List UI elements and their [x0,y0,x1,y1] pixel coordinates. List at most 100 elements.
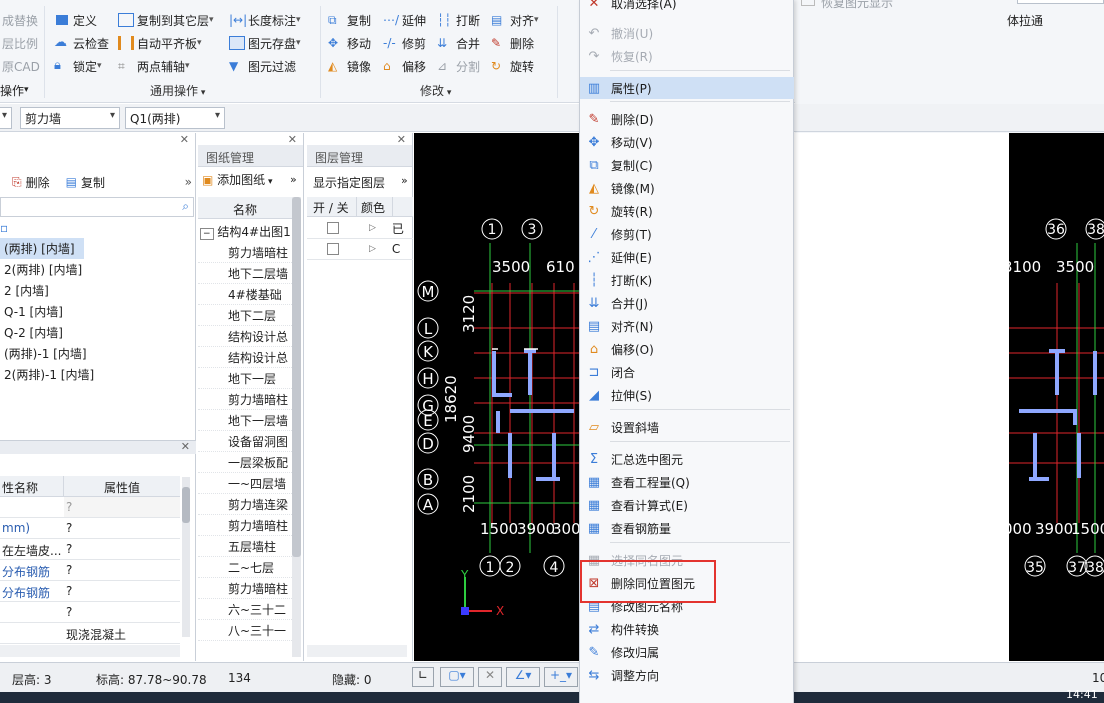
ribbon-rotate-button[interactable]: ↻ 旋转 [491,56,534,76]
drawing-tree-root[interactable]: − 结构4#出图1 [198,221,292,242]
ribbon-extend-button[interactable]: ⋯/延伸 [383,10,426,30]
more-icon[interactable]: » [290,173,297,186]
drawing-list-item[interactable]: 五层墙柱 [198,536,294,557]
ribbon-align-button[interactable]: ▤ 对齐 [491,10,539,30]
more-icon[interactable]: » [401,174,408,187]
copy-to-floor-button[interactable]: 复制到其它层 [118,10,214,30]
drawing-scrollbar[interactable] [292,197,301,657]
drawing-list-item[interactable]: 一~四层墙 [198,473,294,494]
menu-item-convert[interactable]: ⇄ 构件转换 [580,618,794,640]
cloud-check-button[interactable]: ☁ 云检查 [54,33,109,53]
drawing-list-item[interactable]: 结构设计总 [198,347,294,368]
ortho-toggle[interactable]: ∟ [412,667,434,687]
component-list-item[interactable]: 2(两排)-1 [内墙] [0,364,98,385]
menu-item-offset[interactable]: ⌂ 偏移(O) [580,338,794,360]
ribbon-offset-button[interactable]: ⌂ 偏移 [383,56,426,76]
drawing-list-item[interactable]: 六~三十二 [198,599,294,620]
property-row[interactable]: 分布钢筋? [0,581,180,602]
component-list-item[interactable]: Q-1 [内墙] [0,301,67,322]
drawing-list-item[interactable]: 地下一层墙 [198,410,294,431]
auto-align-slab-button[interactable]: 自动平齐板 [118,33,202,53]
property-row[interactable]: 在左墙皮...? [0,539,180,560]
menu-item-copy[interactable]: ⧉ 复制(C) [580,154,794,176]
element-name-select[interactable]: Q1(两排) [125,107,225,129]
input-toggle[interactable]: +_▾ [544,667,578,687]
expand-icon[interactable]: ▷ [369,223,376,233]
drawing-list-item[interactable]: 剪力墙暗柱 [198,242,294,263]
ribbon-left-item-1[interactable]: 层比例 [2,33,38,53]
property-row[interactable]: ? [0,497,180,518]
ribbon-delete-button[interactable]: ✎ 删除 [491,33,534,53]
drawing-list-item[interactable]: 设备留洞图 [198,431,294,452]
horizontal-scrollbar[interactable] [0,645,180,657]
layer-checkbox[interactable] [327,243,339,255]
lock-button[interactable]: 🔒︎ 锁定 [54,56,102,76]
property-scrollbar[interactable] [182,477,190,637]
menu-item-stretch[interactable]: ◢ 拉伸(S) [580,384,794,406]
menu-item-direction[interactable]: ⇆ 调整方向 [580,664,794,686]
drawing-list-item[interactable]: 剪力墙暗柱 [198,389,294,410]
ribbon-merge-button[interactable]: ⇊ 合并 [437,33,480,53]
cad-drawing-canvas[interactable]: 1 3 3500 610 M L K H G E D B A 18620 210… [414,133,579,661]
horizontal-scrollbar[interactable] [307,645,407,657]
menu-item-redo[interactable]: ↷ 恢复(R) [580,45,794,67]
menu-item-mirror[interactable]: ◭ 镜像(M) [580,177,794,199]
drawing-list-item[interactable]: 地下一层 [198,368,294,389]
menu-item-merge[interactable]: ⇊ 合并(J) [580,292,794,314]
angle-toggle[interactable]: ∠▾ [506,667,540,687]
component-search-input[interactable]: ⌕ [0,197,194,217]
close-icon[interactable]: ✕ [180,133,189,146]
scrollbar-thumb[interactable] [292,197,301,557]
ribbon-split-button[interactable]: ⊿ 分割 [437,56,480,76]
collapse-icon[interactable]: − [200,228,214,240]
ribbon-move-button[interactable]: ✥ 移动 [328,33,371,53]
drawing-list-item[interactable]: 八~三十一 [198,620,294,641]
property-row[interactable]: ? [0,602,180,623]
property-row[interactable]: 现浇混凝土 [0,623,180,644]
component-list-item[interactable]: (两排)-1 [内墙] [0,343,91,364]
menu-item-formula[interactable]: ▦ 查看计算式(E) [580,494,794,516]
property-row[interactable]: mm)? [0,518,180,539]
menu-item-quantity[interactable]: ▦ 查看工程量(Q) [580,471,794,493]
expand-icon[interactable]: ▷ [369,244,376,254]
component-list-item[interactable]: 2(两排) [内墙] [0,259,86,280]
component-copy-button[interactable]: 复制 [81,174,105,191]
menu-item-sum[interactable]: Σ 汇总选中图元 [580,448,794,470]
cad-drawing-canvas-right[interactable]: 36 38 3100 3500 000 3900 1500 35 37 38 [1009,133,1104,661]
restore-display-label[interactable]: 恢复图元显示 [821,0,893,11]
ribbon-copy-button[interactable]: ⧉ 复制 [328,10,371,30]
two-point-axis-button[interactable]: ⌗ 两点辅轴 [118,56,190,76]
more-icon[interactable]: » [185,175,192,189]
top-right-input[interactable] [1017,0,1104,4]
component-delete-button[interactable]: 删除 [26,174,50,191]
snap-toggle[interactable]: ▢▾ [440,667,474,687]
drawing-list-item[interactable]: 二~七层 [198,557,294,578]
drawing-list-item[interactable]: 4#楼基础 [198,284,294,305]
drawing-list-item[interactable]: 地下二层墙 [198,263,294,284]
menu-item-move[interactable]: ✥ 移动(V) [580,131,794,153]
component-list-item[interactable]: Q-2 [内墙] [0,322,67,343]
add-drawing-button[interactable]: ▣ 添加图纸 ▾ [202,171,273,188]
element-save-button[interactable]: 图元存盘 [229,33,301,53]
element-filter-button[interactable]: ▼ 图元过滤 [229,56,296,76]
full-height-extend-label[interactable]: 体拉通 [1007,12,1043,29]
menu-item-slant-wall[interactable]: ▱ 设置斜墙 [580,416,794,438]
menu-item-close-shape[interactable]: ⊐ 闭合 [580,361,794,383]
ribbon-break-button[interactable]: ┆┆ 打断 [437,10,480,30]
menu-item-break[interactable]: ┆ 打断(K) [580,269,794,291]
ribbon-mirror-button[interactable]: ◭ 镜像 [328,56,371,76]
drawing-list-item[interactable]: 结构设计总 [198,326,294,347]
menu-item-cancel[interactable]: ✕ 取消选择(A) [580,0,794,14]
drawing-list-item[interactable]: 一层梁板配 [198,452,294,473]
close-icon[interactable]: ✕ [478,667,502,687]
menu-item-ownership[interactable]: ✎ 修改归属 [580,641,794,663]
element-type-select[interactable]: 剪力墙 [20,107,120,129]
menu-item-properties[interactable]: ▥ 属性(P) [580,77,794,99]
ribbon-trim-button[interactable]: -/- 修剪 [383,33,426,53]
drawing-list-item[interactable]: 剪力墙暗柱 [198,578,294,599]
length-dimension-button[interactable]: |↔| 长度标注 [229,10,301,30]
ribbon-left-item-0[interactable]: 成替换 [2,10,38,30]
menu-item-align[interactable]: ▤ 对齐(N) [580,315,794,337]
scrollbar-thumb[interactable] [182,487,190,523]
menu-item-undo[interactable]: ↶ 撤消(U) [580,22,794,44]
